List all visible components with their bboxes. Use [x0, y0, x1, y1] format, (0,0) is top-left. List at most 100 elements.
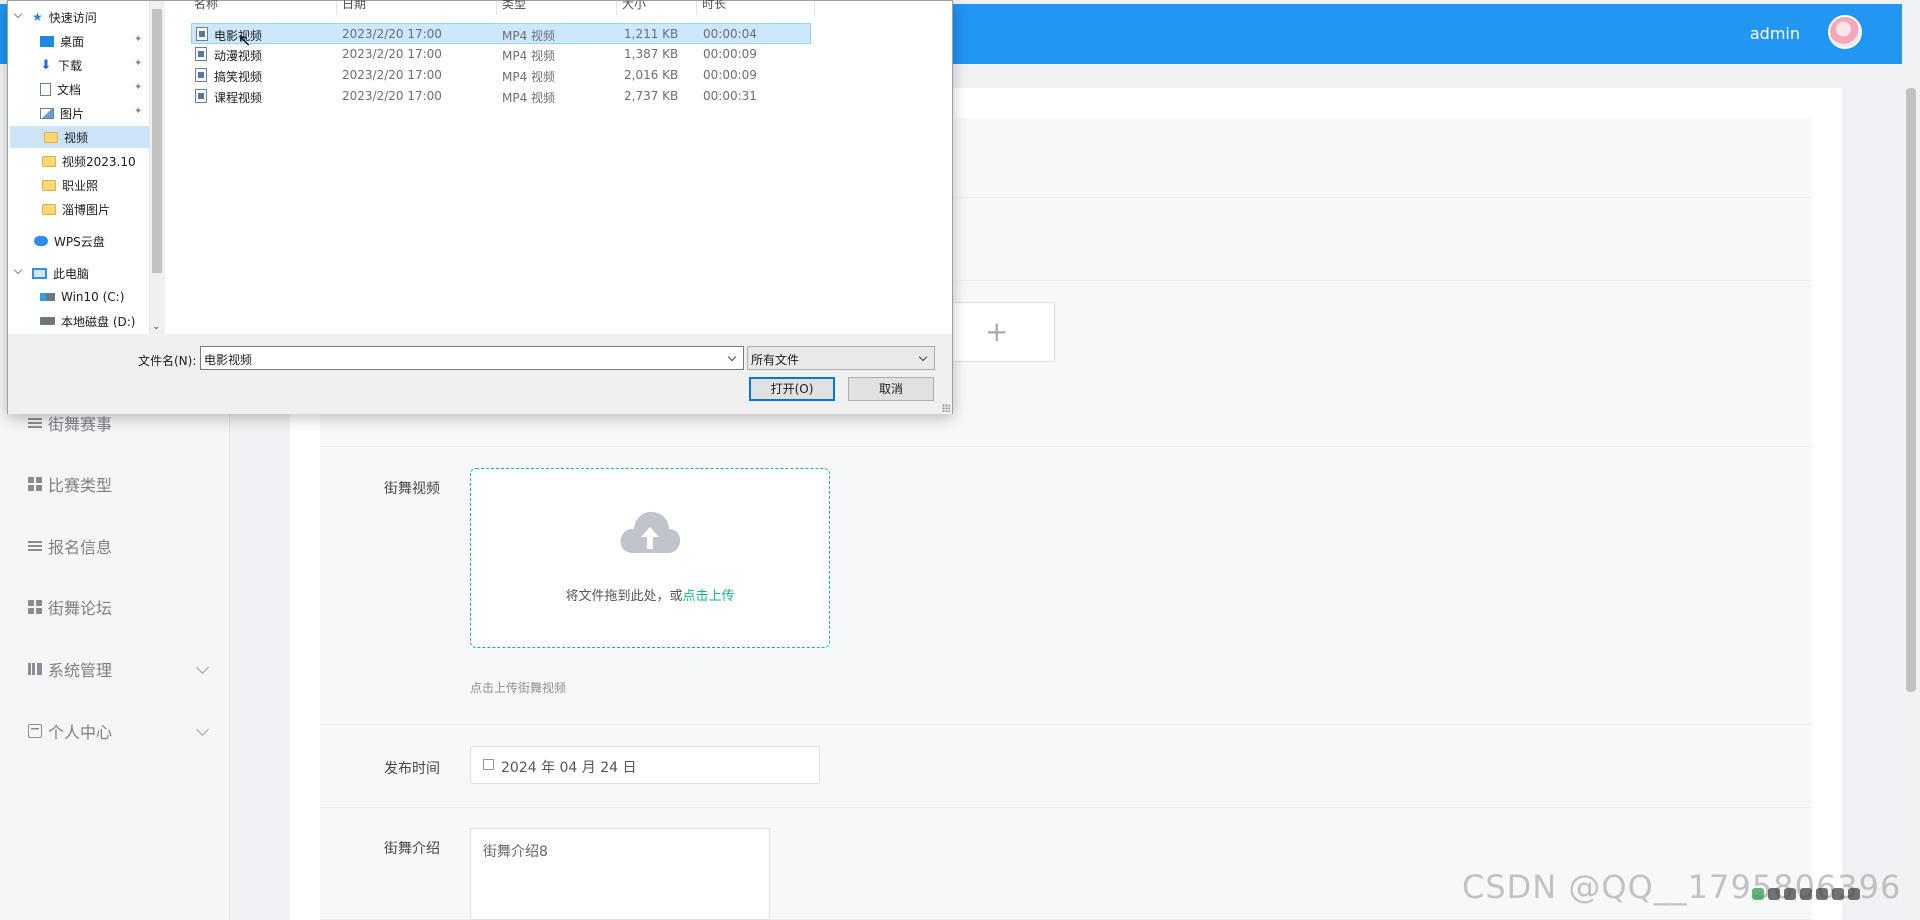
intro-textarea[interactable]: 街舞介绍8 — [470, 828, 770, 920]
dialog-footer: 文件名(N): 电影视频 所有文件 打开(O) 取消 — [8, 334, 952, 414]
sidebar-item-registrations[interactable]: 报名信息 — [28, 534, 112, 558]
nav-label: 快速访问 — [48, 10, 97, 25]
nav-pictures[interactable]: 图片 — [40, 103, 84, 123]
sidebar-item-competition-types[interactable]: 比赛类型 — [28, 472, 112, 496]
video-field-label: 街舞视频 — [384, 481, 440, 497]
file-date: 2023/2/20 17:00 — [342, 68, 442, 82]
user-avatar[interactable] — [1828, 15, 1862, 49]
resize-grip[interactable] — [942, 404, 950, 412]
input-method-icon[interactable] — [1752, 888, 1764, 900]
chevron-down-icon[interactable] — [196, 661, 209, 674]
sidebar-item-forum[interactable]: 街舞论坛 — [28, 595, 112, 619]
mouse-cursor-icon: ↖ — [238, 31, 252, 50]
nav-label: 图片 — [60, 106, 85, 121]
nav-videos[interactable]: 视频 — [10, 126, 149, 148]
nav-label: 此电脑 — [53, 266, 90, 281]
chevron-down-icon — [918, 352, 928, 362]
file-size: 1,387 KB — [624, 47, 679, 61]
nav-drive-d[interactable]: 本地磁盘 (D:) — [40, 311, 135, 331]
nav-label: 桌面 — [60, 34, 85, 49]
nav-folder[interactable]: 视频2023.10 — [42, 151, 136, 171]
file-duration: 00:00:09 — [703, 68, 757, 82]
file-size: 2,016 KB — [624, 68, 679, 82]
picture-icon — [40, 107, 54, 119]
books-icon — [28, 662, 42, 676]
scroll-down-arrow-icon[interactable]: ⌄ — [152, 321, 160, 332]
video-file-icon — [195, 47, 207, 61]
tray-icon[interactable] — [1800, 888, 1812, 900]
system-tray — [1752, 882, 1920, 906]
filename-label: 文件名(N): — [138, 354, 197, 368]
expand-arrow-icon[interactable] — [13, 265, 23, 275]
drop-zone-instruction: 将文件拖到此处，或 — [565, 589, 683, 604]
nav-quick-access[interactable]: ★ 快速访问 — [32, 7, 97, 27]
sidebar-item-label: 街舞论坛 — [48, 599, 113, 618]
file-date: 2023/2/20 17:00 — [342, 27, 442, 41]
filename-input[interactable]: 电影视频 — [200, 346, 744, 370]
column-header-type[interactable]: 类型 — [502, 0, 526, 12]
column-divider[interactable] — [696, 1, 697, 15]
file-date: 2023/2/20 17:00 — [342, 47, 442, 61]
column-header-date[interactable]: 日期 — [342, 0, 366, 12]
nav-this-pc[interactable]: 此电脑 — [32, 263, 89, 283]
desktop-icon — [40, 35, 54, 47]
file-name: 课程视频 — [214, 91, 263, 105]
column-header-size[interactable]: 大小 — [622, 0, 646, 12]
file-row[interactable]: 搞笑视频 2023/2/20 17:00 MP4 视频 2,016 KB 00:… — [191, 65, 811, 86]
tray-icon[interactable] — [1832, 888, 1844, 900]
column-header-duration[interactable]: 时长 — [702, 0, 726, 12]
tray-icon[interactable] — [1768, 888, 1780, 900]
folder-icon — [42, 179, 56, 191]
image-upload-button[interactable]: + — [935, 302, 1055, 362]
grid-icon[interactable] — [1848, 888, 1860, 900]
file-row[interactable]: 电影视频 2023/2/20 17:00 MP4 视频 1,211 KB 00:… — [191, 23, 811, 44]
plus-icon: + — [985, 315, 1009, 348]
column-divider[interactable] — [616, 1, 617, 15]
list-icon — [28, 416, 42, 430]
column-header-name[interactable]: 名称 — [194, 0, 218, 12]
nav-desktop[interactable]: 桌面 — [40, 31, 84, 51]
click-upload-link[interactable]: 点击上传 — [683, 589, 735, 604]
nav-scrollbar-thumb[interactable] — [152, 9, 162, 273]
filetype-value: 所有文件 — [751, 353, 800, 367]
sidebar-item-system-management[interactable]: 系统管理 — [28, 657, 112, 681]
sidebar-item-personal-center[interactable]: 个人中心 — [28, 719, 112, 743]
nav-folder[interactable]: 淄博图片 — [42, 199, 110, 219]
file-name: 搞笑视频 — [214, 70, 263, 84]
nav-downloads[interactable]: ⬇ 下载 — [40, 55, 82, 75]
sidebar-item-dance-events[interactable]: 街舞赛事 — [28, 411, 112, 435]
nav-label: 视频 — [64, 130, 89, 145]
filetype-select[interactable]: 所有文件 — [747, 346, 935, 370]
publish-date-input[interactable]: 2024 年 04 月 24 日 — [470, 746, 820, 784]
file-row[interactable]: 动漫视频 2023/2/20 17:00 MP4 视频 1,387 KB 00:… — [191, 44, 811, 65]
moon-icon[interactable] — [1784, 888, 1796, 900]
list-icon — [28, 539, 42, 553]
video-drop-zone[interactable]: 将文件拖到此处，或点击上传 — [470, 468, 830, 648]
column-divider[interactable] — [496, 1, 497, 15]
nav-folder[interactable]: 职业照 — [42, 175, 98, 195]
sidebar-item-label: 个人中心 — [48, 723, 113, 742]
keyboard-icon[interactable] — [1816, 888, 1828, 900]
video-file-icon — [196, 27, 208, 41]
video-file-icon — [195, 68, 207, 82]
column-divider[interactable] — [814, 1, 815, 15]
page-scrollbar-thumb[interactable] — [1906, 88, 1916, 692]
nav-label: WPS云盘 — [54, 234, 105, 249]
open-button[interactable]: 打开(O) — [749, 377, 835, 401]
cancel-button[interactable]: 取消 — [848, 377, 934, 401]
nav-wps-cloud[interactable]: WPS云盘 — [34, 231, 105, 251]
nav-documents[interactable]: 文档 — [40, 79, 81, 99]
chevron-down-icon[interactable] — [727, 352, 737, 362]
file-row[interactable]: 课程视频 2023/2/20 17:00 MP4 视频 2,737 KB 00:… — [191, 86, 811, 107]
drive-icon — [40, 317, 55, 325]
nav-label: 本地磁盘 (D:) — [61, 314, 136, 329]
sidebar-item-label: 比赛类型 — [48, 476, 113, 495]
pin-icon: ✦ — [134, 34, 143, 45]
expand-arrow-icon[interactable] — [13, 9, 23, 19]
column-divider[interactable] — [336, 1, 337, 15]
chevron-down-icon[interactable] — [196, 723, 209, 736]
scroll-up-arrow-icon[interactable]: ⌃ — [153, 0, 161, 7]
nav-drive-c[interactable]: Win10 (C:) — [40, 287, 124, 307]
file-duration: 00:00:09 — [703, 47, 757, 61]
username-label[interactable]: admin — [1750, 24, 1800, 43]
